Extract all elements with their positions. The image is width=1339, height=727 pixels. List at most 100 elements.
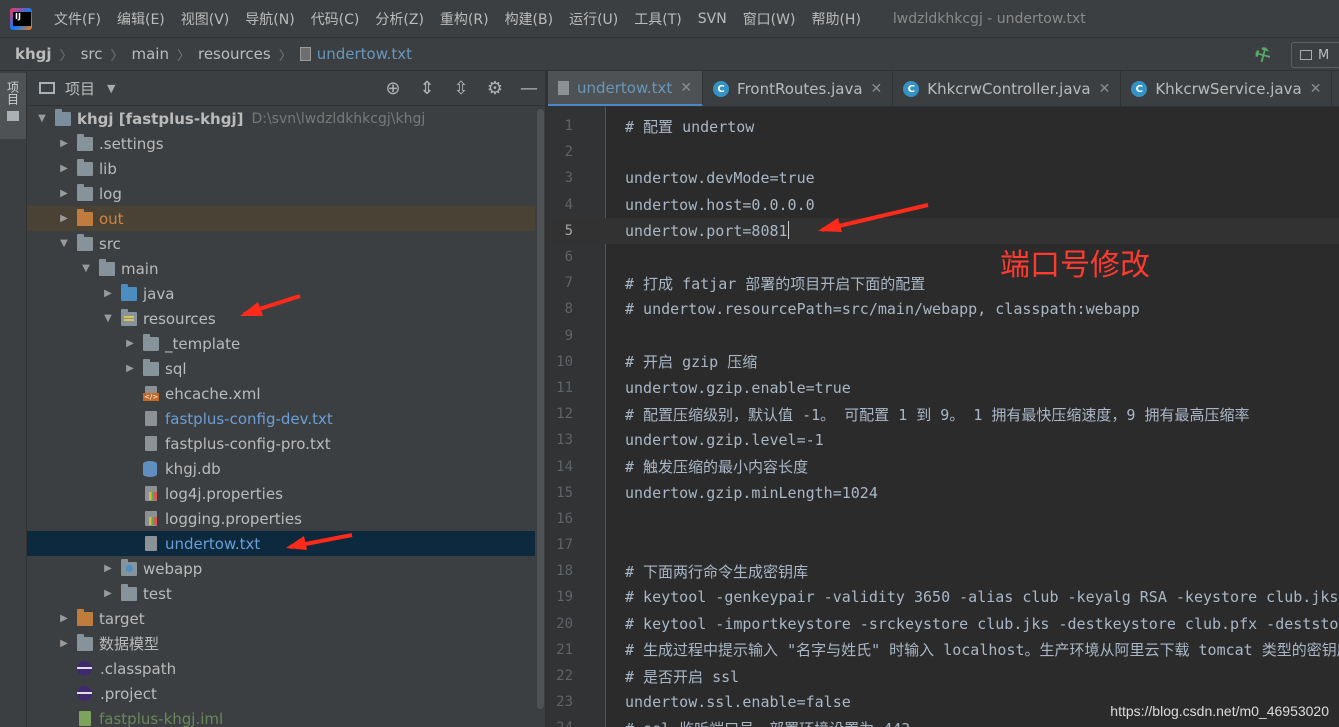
- tree-item-data-model[interactable]: ▶ 数据模型: [27, 631, 545, 656]
- chevron-right-icon[interactable]: ▶: [57, 638, 71, 649]
- menu-window[interactable]: 窗口(W): [735, 9, 804, 29]
- code-line[interactable]: 5 undertow.port=8081: [548, 217, 1339, 244]
- code-line[interactable]: 15 undertow.gzip.minLength=1024: [548, 480, 1339, 506]
- breadcrumb-resources[interactable]: resources: [198, 45, 271, 63]
- chevron-right-icon[interactable]: ▶: [57, 613, 71, 624]
- gear-icon[interactable]: ⚙: [485, 78, 505, 99]
- code-line[interactable]: 18 # 下面两行命令生成密钥库: [548, 558, 1339, 584]
- code-line[interactable]: 3 undertow.devMode=true: [548, 165, 1339, 191]
- breadcrumb-src[interactable]: src: [81, 45, 103, 63]
- menu-refactor[interactable]: 重构(R): [432, 9, 497, 29]
- menu-view[interactable]: 视图(V): [173, 9, 238, 29]
- breadcrumb-file[interactable]: undertow.txt: [317, 45, 412, 63]
- tree-item-log4j[interactable]: log4j.properties: [27, 481, 545, 506]
- menu-navigate[interactable]: 导航(N): [237, 9, 302, 29]
- code-line[interactable]: 17: [548, 532, 1339, 558]
- code-line[interactable]: 1 # 配置 undertow: [548, 113, 1339, 139]
- code-line[interactable]: 6: [548, 244, 1339, 270]
- run-config-selector[interactable]: M: [1291, 42, 1339, 68]
- code-line[interactable]: 21 # 生成过程中提示输入 "名字与姓氏" 时输入 localhost。生产环境…: [548, 637, 1339, 663]
- tab-khkcrwservice[interactable]: C KhkcrwService.java ✕: [1121, 71, 1333, 106]
- menu-svn[interactable]: SVN: [690, 11, 735, 27]
- tree-item-log[interactable]: ▶ log: [27, 181, 545, 206]
- code-line[interactable]: 2: [548, 139, 1339, 165]
- close-icon[interactable]: ✕: [1310, 81, 1322, 97]
- project-panel-title[interactable]: 项目: [65, 78, 95, 99]
- tree-item-khgj-db[interactable]: khgj.db: [27, 456, 545, 481]
- project-panel-scrollbar[interactable]: [535, 106, 545, 727]
- chevron-right-icon[interactable]: ▶: [57, 188, 71, 199]
- code-line[interactable]: 16: [548, 506, 1339, 532]
- tree-item-main[interactable]: ▼ main: [27, 256, 545, 281]
- tree-item-webapp[interactable]: ▶ webapp: [27, 556, 545, 581]
- chevron-down-icon[interactable]: ▼: [35, 113, 49, 124]
- menu-analyze[interactable]: 分析(Z): [367, 9, 432, 29]
- project-tool-window-tab[interactable]: 项目: [0, 73, 26, 139]
- tab-khkcrwcontroller[interactable]: C KhkcrwController.java ✕: [893, 71, 1122, 106]
- code-line[interactable]: 22 # 是否开启 ssl: [548, 663, 1339, 689]
- tree-item-lib[interactable]: ▶ lib: [27, 156, 545, 181]
- minimize-icon[interactable]: —: [519, 78, 539, 99]
- locate-target-icon[interactable]: ⊕: [383, 78, 403, 99]
- chevron-right-icon[interactable]: ▶: [123, 363, 137, 374]
- code-line[interactable]: 12 # 配置压缩级别，默认值 -1。 可配置 1 到 9。 1 拥有最快压缩速度…: [548, 401, 1339, 427]
- chevron-right-icon[interactable]: ▶: [57, 213, 71, 224]
- code-line[interactable]: 19 # keytool -genkeypair -validity 3650 -…: [548, 584, 1339, 610]
- menu-help[interactable]: 帮助(H): [803, 9, 868, 29]
- tree-item-config-dev[interactable]: fastplus-config-dev.txt: [27, 406, 545, 431]
- expand-all-icon[interactable]: ⇕: [417, 78, 437, 99]
- code-line[interactable]: 4 undertow.host=0.0.0.0: [548, 192, 1339, 218]
- chevron-down-icon[interactable]: ▼: [101, 313, 115, 324]
- tree-item-src[interactable]: ▼ src: [27, 231, 545, 256]
- menu-tools[interactable]: 工具(T): [626, 9, 689, 29]
- scrollbar-thumb[interactable]: [537, 109, 544, 709]
- collapse-all-icon[interactable]: ⇳: [451, 78, 471, 99]
- build-hammer-icon[interactable]: ⚒: [1251, 42, 1275, 68]
- breadcrumb-project[interactable]: khgj: [15, 45, 52, 63]
- code-line[interactable]: 10 # 开启 gzip 压缩: [548, 349, 1339, 375]
- tree-item-config-pro[interactable]: fastplus-config-pro.txt: [27, 431, 545, 456]
- code-line[interactable]: 8 # undertow.resourcePath=src/main/webapp…: [548, 296, 1339, 322]
- menu-build[interactable]: 构建(B): [497, 9, 562, 29]
- code-lines[interactable]: 1 # 配置 undertow 2 3 undertow.devMode=true 4 un…: [548, 113, 1339, 727]
- tree-item-khgj[interactable]: ▼ khgj [fastplus-khgj] D:\svn\lwdzldkhkc…: [27, 106, 545, 131]
- tree-item-logging[interactable]: logging.properties: [27, 506, 545, 531]
- code-line[interactable]: 11 undertow.gzip.enable=true: [548, 375, 1339, 401]
- chevron-right-icon[interactable]: ▶: [101, 588, 115, 599]
- tree-item-ehcache[interactable]: ehcache.xml: [27, 381, 545, 406]
- code-line[interactable]: 20 # keytool -importkeystore -srckeystore…: [548, 611, 1339, 637]
- code-line[interactable]: 14 # 触发压缩的最小内容长度: [548, 453, 1339, 479]
- tree-item-undertow[interactable]: undertow.txt: [27, 531, 545, 556]
- tree-item-project[interactable]: .project: [27, 681, 545, 706]
- menu-code[interactable]: 代码(C): [303, 9, 368, 29]
- tab-undertow-txt[interactable]: undertow.txt ✕: [548, 71, 704, 106]
- chevron-down-icon[interactable]: ▼: [79, 263, 93, 274]
- menu-edit[interactable]: 编辑(E): [109, 9, 173, 29]
- tree-item-resources[interactable]: ▼ resources: [27, 306, 545, 331]
- chevron-down-icon[interactable]: ▼: [57, 238, 71, 249]
- code-line[interactable]: 7 # 打成 fatjar 部署的项目开启下面的配置: [548, 270, 1339, 296]
- chevron-right-icon[interactable]: ▶: [123, 338, 137, 349]
- close-icon[interactable]: ✕: [1099, 81, 1111, 97]
- chevron-right-icon[interactable]: ▶: [57, 163, 71, 174]
- chevron-right-icon[interactable]: ▶: [101, 288, 115, 299]
- chevron-right-icon[interactable]: ▶: [101, 563, 115, 574]
- tree-item-out[interactable]: ▶ out: [27, 206, 545, 231]
- tree-item-java[interactable]: ▶ java: [27, 281, 545, 306]
- close-icon[interactable]: ✕: [871, 81, 883, 97]
- tree-item-test[interactable]: ▶ test: [27, 581, 545, 606]
- tree-item-template[interactable]: ▶ _template: [27, 331, 545, 356]
- tree-item-settings[interactable]: ▶ .settings: [27, 131, 545, 156]
- tree-item-classpath[interactable]: .classpath: [27, 656, 545, 681]
- code-line[interactable]: 13 undertow.gzip.level=-1: [548, 427, 1339, 453]
- tree-item-target[interactable]: ▶ target: [27, 606, 545, 631]
- code-line[interactable]: 9: [548, 323, 1339, 349]
- chevron-right-icon[interactable]: ▶: [57, 138, 71, 149]
- menu-run[interactable]: 运行(U): [561, 9, 626, 29]
- code-area[interactable]: 1 # 配置 undertow 2 3 undertow.devMode=true 4 un…: [548, 107, 1339, 727]
- tree-item-sql[interactable]: ▶ sql: [27, 356, 545, 381]
- breadcrumb-main[interactable]: main: [131, 45, 168, 63]
- close-icon[interactable]: ✕: [680, 80, 692, 96]
- menu-file[interactable]: 文件(F): [46, 9, 109, 29]
- tab-frontroutes[interactable]: C FrontRoutes.java ✕: [703, 71, 894, 106]
